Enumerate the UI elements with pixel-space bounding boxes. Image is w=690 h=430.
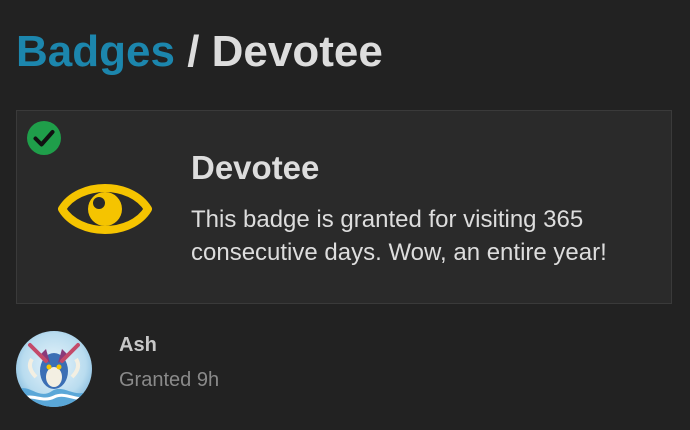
badge-grant-item: Ash Granted 9h (16, 331, 516, 407)
badge-description: This badge is granted for visiting 365 c… (191, 206, 607, 266)
check-circle-icon (27, 121, 61, 155)
avatar-image (16, 331, 92, 407)
breadcrumb-badges-link[interactable]: Badges (16, 27, 175, 76)
badge-title: Devotee (191, 149, 320, 186)
eye-icon (58, 184, 152, 234)
badge-page: Badges / Devotee Devotee This badge is g… (0, 0, 690, 430)
breadcrumb: Badges / Devotee (16, 22, 383, 82)
breadcrumb-current: Devotee (211, 27, 383, 76)
user-name-link[interactable]: Ash (119, 334, 157, 357)
breadcrumb-separator: / (187, 27, 200, 76)
badge-card: Devotee This badge is granted for visiti… (16, 110, 672, 304)
granted-timestamp: Granted 9h (119, 369, 220, 391)
user-avatar[interactable] (16, 331, 92, 407)
